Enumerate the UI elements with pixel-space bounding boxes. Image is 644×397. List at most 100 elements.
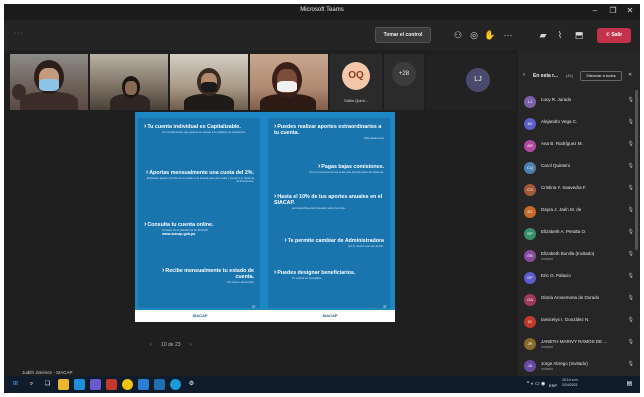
participant-role: Invitado <box>541 257 554 261</box>
next-slide-button[interactable]: › <box>190 342 192 348</box>
participant-row[interactable]: EP Eric O. Palacio 🎙︎ <box>524 270 636 288</box>
scrollbar[interactable] <box>635 90 638 250</box>
maximize-icon[interactable]: ❐ <box>607 6 619 16</box>
slide-pager: ‹ 10 de 23 › <box>150 342 210 348</box>
slide-heading: Hasta el 10% de tus aportes anuales en e… <box>274 194 383 206</box>
reactions-icon[interactable]: ✋ <box>483 28 497 42</box>
more-actions-icon[interactable]: ··· <box>501 28 515 42</box>
participant-name: Ana B. Rodríguez M. <box>541 141 583 146</box>
app-title: Microsoft Teams <box>300 7 344 13</box>
avatar: CS <box>524 184 536 196</box>
outlook-icon[interactable] <box>154 379 165 390</box>
participants-title: En esta r... <box>533 73 559 79</box>
participant-row[interactable]: LJ Lucy R. Jurado 🎙︎ <box>524 94 636 112</box>
avatar: DJ <box>524 206 536 218</box>
chat-icon[interactable]: ◎ <box>467 28 481 42</box>
slide-item: ›Hasta el 10% de tus aportes anuales en … <box>274 193 383 210</box>
mic-muted-icon: 🎙︎ <box>627 317 634 323</box>
mic-muted-icon: 🎙︎ <box>627 97 634 103</box>
take-control-button[interactable]: Tomar el control <box>375 27 431 43</box>
close-panel-icon[interactable]: ✕ <box>628 72 632 78</box>
close-icon[interactable]: ✕ <box>624 6 636 16</box>
powerpoint-icon[interactable] <box>106 379 117 390</box>
camera-icon[interactable]: ▰ <box>536 28 550 42</box>
teams-icon[interactable] <box>90 379 101 390</box>
slide-link: www.siacap.gob.pa <box>162 232 196 237</box>
meeting-toolbar: ··· Tomar el control ⚇ ◎ ✋ ··· ▰ ⌇ ⬒ ✆ S… <box>4 20 640 50</box>
siacap-logo: SIACAP <box>322 313 338 318</box>
participant-row[interactable]: AR Ana B. Rodríguez M. 🎙︎ <box>524 138 636 156</box>
participant-name: Eric O. Palacio <box>541 273 571 278</box>
slide-item: ›Consulta tu cuenta online. A través de … <box>144 221 254 237</box>
mic-muted-icon: 🎙︎ <box>627 185 634 191</box>
video-tile[interactable] <box>10 54 88 110</box>
participant-name: Carol Quintero <box>541 163 571 168</box>
chrome-icon[interactable] <box>122 379 133 390</box>
share-icon[interactable]: ⬒ <box>572 28 586 42</box>
overflow-count: +28 <box>392 62 416 86</box>
slide-subtext: Tu cuenta es heredable <box>292 276 322 280</box>
browser-icon[interactable] <box>74 379 85 390</box>
slide-page-number: 37 <box>252 305 256 309</box>
video-tile[interactable] <box>170 54 248 110</box>
participant-name: Jorge Abrego (Invitado) <box>541 361 588 366</box>
participants-panel: ‹ En esta r... (41) Silenciar a todos ✕ … <box>518 50 640 376</box>
shared-content-stage: ›Tu cuenta individual es Capitalizable. … <box>10 112 516 376</box>
avatar: EB <box>524 250 536 262</box>
avatar: EP <box>524 272 536 284</box>
participant-row[interactable]: JA Jorge Abrego (Invitado) Invitado 🎙︎ <box>524 358 636 376</box>
meeting-info-icon[interactable]: ··· <box>14 30 24 37</box>
participant-name: Iamicelys I. González N. <box>541 317 590 322</box>
slide-item: ›Tu cuenta individual es Capitalizable. … <box>144 123 254 134</box>
notifications-icon[interactable]: ▤ <box>624 379 635 390</box>
avatar: GA <box>524 294 536 306</box>
video-tile[interactable] <box>250 54 328 110</box>
participant-row[interactable]: JR JANETH MARIVY RAMOS DE ... Invitado 🎙︎ <box>524 336 636 354</box>
mic-muted-icon: 🎙︎ <box>627 339 634 345</box>
participant-row[interactable]: IG Iamicelys I. González N. 🎙︎ <box>524 314 636 332</box>
file-explorer-icon[interactable] <box>58 379 69 390</box>
leave-label: Salir <box>611 32 623 38</box>
participant-name: JANETH MARIVY RAMOS DE ... <box>541 339 608 344</box>
mic-muted-icon: 🎙︎ <box>627 251 634 257</box>
previous-slide-button[interactable]: ‹ <box>150 342 152 348</box>
participant-row[interactable]: CQ Carol Quintero 🎙︎ <box>524 160 636 178</box>
search-icon[interactable]: ⌕ <box>26 379 37 390</box>
avatar: OQ <box>342 62 370 90</box>
participant-name: Gloria Arosemena de Dorado <box>541 295 600 300</box>
microphone-icon[interactable]: ⌇ <box>553 28 567 42</box>
settings-icon[interactable]: ⚙ <box>186 379 197 390</box>
chevron-left-icon[interactable]: ‹ <box>523 72 525 78</box>
overflow-participants-button[interactable]: +28 <box>384 54 424 110</box>
participant-name: Lucy R. Jurado <box>541 97 572 102</box>
participant-row[interactable]: GA Gloria Arosemena de Dorado 🎙︎ <box>524 292 636 310</box>
participant-row[interactable]: AV Alejandro Vega C. 🎙︎ <box>524 116 636 134</box>
mic-muted-icon: 🎙︎ <box>627 163 634 169</box>
language-indicator[interactable]: ESP <box>546 380 560 391</box>
participant-name: Alejandro Vega C. <box>541 119 578 124</box>
avatar: IG <box>524 316 536 328</box>
participant-row[interactable]: DJ Dayra J. Jaén M. de 🎙︎ <box>524 204 636 222</box>
participant-row[interactable]: EP Elizabeth A. Peralta O. 🎙︎ <box>524 226 636 244</box>
video-tile[interactable] <box>90 54 168 110</box>
participants-icon[interactable]: ⚇ <box>451 28 465 42</box>
participant-row[interactable]: CS Cristina Y. Saavedra F. 🎙︎ <box>524 182 636 200</box>
mute-all-button[interactable]: Silenciar a todos <box>580 71 622 81</box>
windows-start-icon[interactable]: ⊞ <box>10 379 21 390</box>
minimize-icon[interactable]: – <box>589 6 601 16</box>
edge-icon[interactable] <box>170 379 181 390</box>
task-view-icon[interactable]: ❏ <box>42 379 53 390</box>
slide-subtext: El Estado aporta el 0,3% de tu sueldo a … <box>146 176 254 184</box>
slide-heading: Puedes realizar aportes extraordinarios … <box>274 124 382 136</box>
leave-button[interactable]: ✆ Salir <box>597 28 631 43</box>
slide-heading: Recibe mensualmente tu estado de cuenta. <box>165 268 254 280</box>
participant-tile-oq[interactable]: OQ Odilis Quint... <box>330 54 382 110</box>
participant-row[interactable]: EB Elizabeth Bonilla (Invitado) Invitado 🎙︎ <box>524 248 636 266</box>
slide-item: ›Aportas mensualmente una cuota del 2%. … <box>145 169 254 184</box>
participants-header: ‹ En esta r... (41) Silenciar a todos ✕ <box>518 70 640 84</box>
word-icon[interactable] <box>138 379 149 390</box>
slide-subtext: Por los servicios de los entes que forma… <box>309 170 384 174</box>
participant-name: Dayra J. Jaén M. de <box>541 207 582 212</box>
clock-date: 2/24/2021 <box>562 383 578 387</box>
participant-tile-lj[interactable]: LJ <box>426 54 516 110</box>
